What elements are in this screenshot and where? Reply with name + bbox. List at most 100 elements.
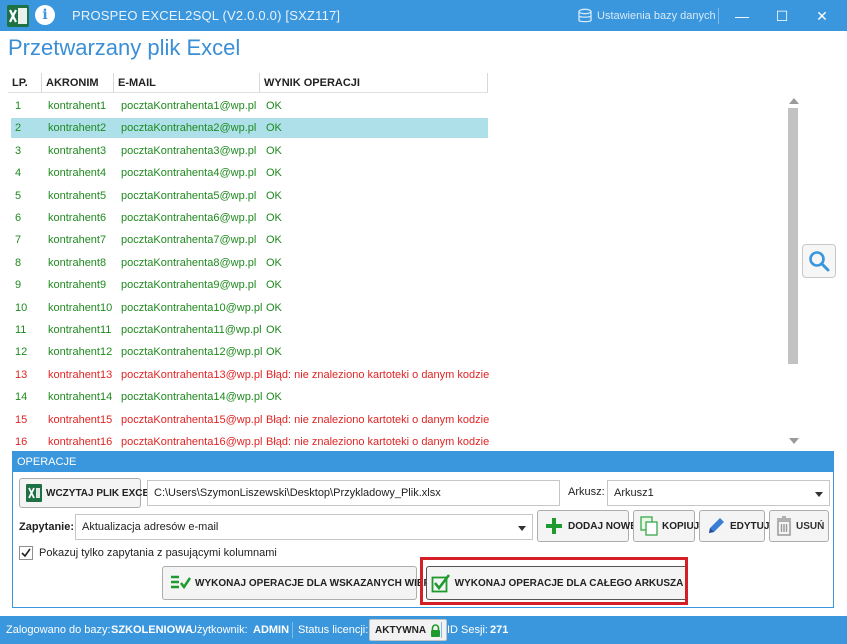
window-title: PROSPEO EXCEL2SQL (V2.0.0.0) [SXZ117] (72, 8, 341, 23)
query-select[interactable]: Aktualizacja adresów e-mail (75, 514, 533, 540)
table-row[interactable]: 14 kontrahent14 pocztaKontrahenta14@wp.pl O… (8, 387, 788, 407)
cell-email: pocztaKontrahenta13@wp.pl (121, 368, 263, 381)
table-row[interactable]: 6 kontrahent6 pocztaKontrahenta6@wp.pl OK (8, 208, 788, 228)
copy-button[interactable]: KOPIUJ (633, 510, 699, 542)
close-button[interactable]: ✕ (802, 3, 842, 29)
lock-icon (431, 623, 441, 637)
cell-akronim: kontrahent11 (48, 324, 112, 336)
cell-akronim: kontrahent14 (48, 391, 113, 404)
cell-email: pocztaKontrahenta3@wp.pl (121, 144, 257, 157)
copy-icon (640, 516, 658, 536)
cell-email: pocztaKontrahenta10@wp.pl (121, 301, 263, 314)
file-path-field[interactable]: C:\Users\SzymonLiszewski\Desktop\Przykla… (147, 480, 560, 506)
table-row[interactable]: 16 kontrahent16 pocztaKontrahenta16@wp.pl B… (8, 432, 788, 452)
table-row[interactable]: 1 kontrahent1 pocztaKontrahenta1@wp.pl OK (8, 96, 788, 116)
results-grid[interactable]: LP. AKRONIM E-MAIL WYNIK OPERACJI 1 kontr… (8, 73, 804, 448)
trash-icon (777, 516, 791, 536)
table-row[interactable]: 9 kontrahent9 pocztaKontrahenta9@wp.pl OK (8, 275, 788, 295)
column-header-lp[interactable]: LP. (8, 73, 42, 93)
license-value: AKTYWNA (375, 624, 427, 636)
status-separator (292, 622, 293, 638)
cell-akronim: kontrahent5 (48, 189, 107, 202)
cell-lp: 9 (15, 279, 22, 292)
cell-lp: 13 (15, 368, 28, 381)
filter-checkbox[interactable] (19, 546, 33, 560)
table-row[interactable]: 12 kontrahent12 pocztaKontrahenta12@wp.pl O… (8, 342, 788, 362)
cell-akronim: kontrahent15 (48, 413, 113, 426)
session-value: 271 (490, 624, 509, 636)
query-select-value: Aktualizacja adresów e-mail (82, 521, 219, 533)
column-header-wynik[interactable]: WYNIK OPERACJI (260, 73, 488, 93)
column-header-email[interactable]: E-MAIL (114, 73, 260, 93)
search-button[interactable] (802, 244, 836, 278)
cell-lp: 2 (15, 122, 22, 135)
cell-akronim: kontrahent13 (48, 368, 113, 381)
checkmark-icon (21, 548, 31, 558)
cell-lp: 4 (15, 167, 22, 180)
scroll-up-arrow-icon[interactable] (789, 98, 799, 104)
load-excel-button[interactable]: WCZYTAJ PLIK EXCEL (19, 478, 155, 508)
table-row[interactable]: 8 kontrahent8 pocztaKontrahenta8@wp.pl OK (8, 253, 788, 273)
edit-button[interactable]: EDYTUJ (699, 510, 769, 542)
vertical-scrollbar[interactable] (787, 98, 801, 448)
run-selected-rows-button[interactable]: WYKONAJ OPERACJE DLA WSKAZANYCH WIERSZY (162, 566, 450, 600)
license-status-badge: AKTYWNA (369, 619, 448, 641)
cell-lp: 7 (15, 234, 22, 247)
session-label: ID Sesji: (447, 624, 488, 636)
scroll-down-arrow-icon[interactable] (789, 438, 799, 444)
table-row[interactable]: 11 kontrahent11 pocztaKontrahenta11@wp.pl O… (8, 320, 788, 340)
cell-wynik: OK (266, 189, 282, 202)
database-icon (578, 8, 592, 23)
cell-wynik: OK (266, 234, 282, 247)
add-new-label: DODAJ NOWE (568, 520, 637, 532)
minimize-button[interactable]: — (722, 3, 762, 29)
cell-wynik: Błąd: nie znaleziono kartoteki o danym k… (266, 436, 490, 448)
db-settings-button[interactable]: Ustawienia bazy danych (577, 6, 716, 26)
column-header-akronim[interactable]: AKRONIM (42, 73, 114, 93)
maximize-button[interactable]: ☐ (762, 3, 802, 29)
cell-lp: 5 (15, 189, 22, 202)
cell-wynik: OK (266, 301, 282, 314)
table-row[interactable]: 4 kontrahent4 pocztaKontrahenta4@wp.pl OK (8, 163, 788, 183)
cell-wynik: OK (266, 256, 282, 269)
table-row[interactable]: 7 kontrahent7 pocztaKontrahenta7@wp.pl OK (8, 230, 788, 250)
title-separator (718, 8, 719, 24)
query-label: Zapytanie: (19, 521, 75, 533)
table-row[interactable]: 2 kontrahent2 pocztaKontrahenta2@wp.pl OK (8, 118, 788, 139)
cell-akronim: kontrahent7 (48, 234, 107, 247)
add-new-button[interactable]: DODAJ NOWE (537, 510, 637, 542)
cell-akronim: kontrahent8 (48, 256, 107, 269)
cell-email: pocztaKontrahenta2@wp.pl (121, 122, 257, 135)
cell-akronim: kontrahent12 (48, 346, 113, 359)
cell-email: pocztaKontrahenta6@wp.pl (121, 212, 257, 224)
cell-email: pocztaKontrahenta4@wp.pl (121, 167, 257, 180)
cell-email: pocztaKontrahenta5@wp.pl (121, 189, 257, 202)
cell-lp: 10 (15, 301, 28, 314)
load-excel-label: WCZYTAJ PLIK EXCEL (46, 487, 156, 499)
table-row[interactable]: 13 kontrahent13 pocztaKontrahenta13@wp.pl B… (8, 365, 788, 385)
table-row[interactable]: 10 kontrahent10 pocztaKontrahenta10@wp.pl O… (8, 298, 788, 318)
filter-checkbox-label[interactable]: Pokazuj tylko zapytania z pasującymi kol… (39, 547, 277, 559)
sheet-select-value: Arkusz1 (614, 487, 654, 499)
table-row[interactable]: 15 kontrahent15 pocztaKontrahenta15@wp.pl B… (8, 410, 788, 430)
cell-email: pocztaKontrahenta16@wp.pl (121, 436, 263, 448)
cell-akronim: kontrahent9 (48, 279, 107, 292)
cell-email: pocztaKontrahenta15@wp.pl (121, 413, 263, 426)
chevron-down-icon (815, 492, 823, 497)
cell-akronim: kontrahent4 (48, 167, 107, 180)
cell-wynik: OK (266, 212, 282, 224)
user-value: ADMIN (253, 624, 290, 636)
table-row[interactable]: 5 kontrahent5 pocztaKontrahenta5@wp.pl OK (8, 186, 788, 206)
info-icon[interactable]: i (35, 5, 55, 25)
excel-file-icon (26, 484, 42, 502)
table-row[interactable]: 3 kontrahent3 pocztaKontrahenta3@wp.pl OK (8, 141, 788, 161)
sheet-select[interactable]: Arkusz1 (607, 480, 830, 506)
search-icon (809, 251, 830, 272)
scrollbar-thumb[interactable] (788, 108, 798, 364)
cell-lp: 6 (15, 212, 22, 224)
db-settings-label: Ustawienia bazy danych (597, 10, 716, 22)
delete-button[interactable]: USUŃ (769, 510, 829, 542)
db-label: Zalogowano do bazy: (6, 624, 111, 636)
edit-label: EDYTUJ (730, 520, 770, 532)
cell-email: pocztaKontrahenta14@wp.pl (121, 391, 263, 404)
